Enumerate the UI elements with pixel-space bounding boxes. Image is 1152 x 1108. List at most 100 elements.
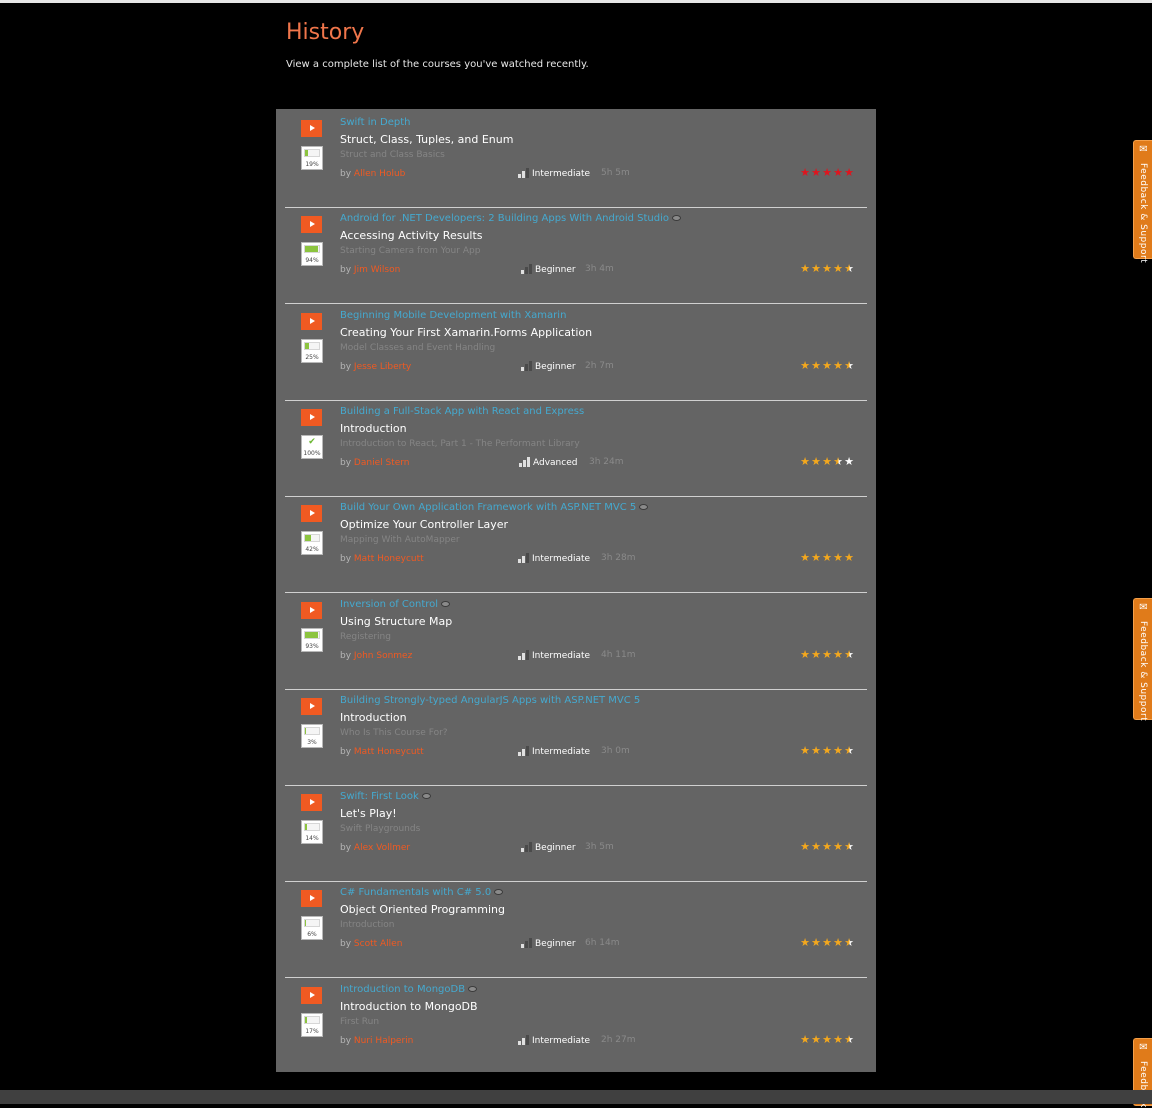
author-link[interactable]: Daniel Stern xyxy=(354,458,410,468)
course-level: Advanced xyxy=(519,457,577,468)
course-duration: 3h 5m xyxy=(585,842,614,852)
play-button[interactable] xyxy=(301,890,322,907)
module-title[interactable]: Optimize Your Controller Layer xyxy=(340,518,508,531)
star-icon: ★ xyxy=(822,551,833,564)
course-title-link[interactable]: Beginning Mobile Development with Xamari… xyxy=(340,310,566,321)
author-link[interactable]: Matt Honeycutt xyxy=(354,554,424,564)
author-line: by Alex Vollmer xyxy=(340,843,410,853)
star-icon: ★ xyxy=(833,744,844,757)
checkmark-icon: ✔ xyxy=(302,436,322,448)
course-rating: ★★★★★ xyxy=(800,551,855,564)
by-label: by xyxy=(340,747,351,757)
megaphone-icon: ✉ xyxy=(1134,1042,1152,1053)
by-label: by xyxy=(340,939,351,949)
course-title-link[interactable]: Building Strongly-typed AngularJS Apps w… xyxy=(340,695,640,706)
author-line: by Allen Holub xyxy=(340,169,405,179)
course-title-link[interactable]: Swift in Depth xyxy=(340,117,411,128)
star-icon: ★ xyxy=(844,262,855,275)
clip-title: Mapping With AutoMapper xyxy=(340,535,460,545)
star-icon: ★ xyxy=(822,359,833,372)
play-button[interactable] xyxy=(301,602,322,619)
play-button[interactable] xyxy=(301,698,322,715)
author-line: by Scott Allen xyxy=(340,939,402,949)
play-button[interactable] xyxy=(301,409,322,426)
module-title[interactable]: Creating Your First Xamarin.Forms Applic… xyxy=(340,326,592,339)
progress-track xyxy=(304,823,320,831)
play-button[interactable] xyxy=(301,120,322,137)
author-link[interactable]: Jesse Liberty xyxy=(354,362,411,372)
star-icon: ★ xyxy=(844,936,855,949)
level-bars-icon xyxy=(518,650,530,660)
top-border xyxy=(0,0,1152,3)
star-icon: ★ xyxy=(844,455,855,468)
course-level: Beginner xyxy=(521,938,576,949)
course-duration: 2h 7m xyxy=(585,361,614,371)
author-link[interactable]: Alex Vollmer xyxy=(354,843,410,853)
play-button[interactable] xyxy=(301,987,322,1004)
course-duration: 3h 4m xyxy=(585,264,614,274)
star-icon: ★ xyxy=(800,551,811,564)
star-icon: ★ xyxy=(822,455,833,468)
course-title-link[interactable]: Swift: First Look xyxy=(340,791,431,802)
module-title[interactable]: Using Structure Map xyxy=(340,615,452,628)
retired-icon xyxy=(468,986,477,992)
module-title[interactable]: Let's Play! xyxy=(340,807,397,820)
author-link[interactable]: Matt Honeycutt xyxy=(354,747,424,757)
progress-fill xyxy=(305,632,318,638)
course-duration: 6h 14m xyxy=(585,938,620,948)
author-link[interactable]: Jim Wilson xyxy=(354,265,400,275)
author-link[interactable]: Scott Allen xyxy=(354,939,403,949)
by-label: by xyxy=(340,843,351,853)
retired-icon xyxy=(672,215,681,221)
course-title-link[interactable]: Build Your Own Application Framework wit… xyxy=(340,502,648,513)
by-label: by xyxy=(340,362,351,372)
star-icon: ★ xyxy=(811,262,822,275)
course-title-link[interactable]: Inversion of Control xyxy=(340,599,450,610)
star-icon: ★ xyxy=(811,648,822,661)
module-title[interactable]: Introduction xyxy=(340,422,407,435)
star-icon: ★ xyxy=(811,455,822,468)
retired-icon xyxy=(422,793,431,799)
history-item: 25% Beginning Mobile Development with Xam… xyxy=(285,304,867,401)
star-icon: ★ xyxy=(833,551,844,564)
star-icon: ★ xyxy=(844,359,855,372)
feedback-support-tab[interactable]: ✉ Feedback & Support xyxy=(1133,598,1152,720)
course-title: C# Fundamentals with C# 5.0 xyxy=(340,887,491,898)
course-title: Inversion of Control xyxy=(340,599,438,610)
history-item: 94%Android for .NET Developers: 2 Buildi… xyxy=(285,207,867,304)
play-button[interactable] xyxy=(301,794,322,811)
play-button[interactable] xyxy=(301,505,322,522)
star-icon: ★ xyxy=(800,455,811,468)
course-title-link[interactable]: Building a Full-Stack App with React and… xyxy=(340,406,584,417)
play-button[interactable] xyxy=(301,313,322,330)
course-title-link[interactable]: C# Fundamentals with C# 5.0 xyxy=(340,887,503,898)
feedback-tab-label: Feedback & Support xyxy=(1138,163,1148,263)
module-title[interactable]: Introduction to MongoDB xyxy=(340,1000,478,1013)
star-icon: ★ xyxy=(822,936,833,949)
author-link[interactable]: John Sonmez xyxy=(354,651,412,661)
author-link[interactable]: Allen Holub xyxy=(354,169,405,179)
feedback-support-tab[interactable]: ✉ Feedback & Support xyxy=(1133,140,1152,259)
module-title[interactable]: Accessing Activity Results xyxy=(340,229,483,242)
course-rating: ★★★★★ xyxy=(800,359,855,372)
page-title: History xyxy=(286,20,364,45)
progress-percent: 25% xyxy=(302,354,322,361)
progress-percent: 17% xyxy=(302,1028,322,1035)
module-title[interactable]: Struct, Class, Tuples, and Enum xyxy=(340,133,513,146)
history-item: ✔100%Building a Full-Stack App with Reac… xyxy=(285,400,867,497)
module-title[interactable]: Introduction xyxy=(340,711,407,724)
progress-indicator: 3% xyxy=(301,724,323,748)
star-icon: ★ xyxy=(800,648,811,661)
course-title: Android for .NET Developers: 2 Building … xyxy=(340,213,669,224)
level-label: Intermediate xyxy=(532,1036,590,1046)
module-title[interactable]: Object Oriented Programming xyxy=(340,903,505,916)
play-button[interactable] xyxy=(301,216,322,233)
author-link[interactable]: Nuri Halperin xyxy=(354,1036,413,1046)
level-label: Beginner xyxy=(535,362,576,372)
star-icon: ★ xyxy=(800,744,811,757)
course-title-link[interactable]: Android for .NET Developers: 2 Building … xyxy=(340,213,681,224)
clip-title: Swift Playgrounds xyxy=(340,824,420,834)
level-bars-icon xyxy=(518,553,530,563)
progress-percent: 6% xyxy=(302,931,322,938)
course-title-link[interactable]: Introduction to MongoDB xyxy=(340,984,477,995)
